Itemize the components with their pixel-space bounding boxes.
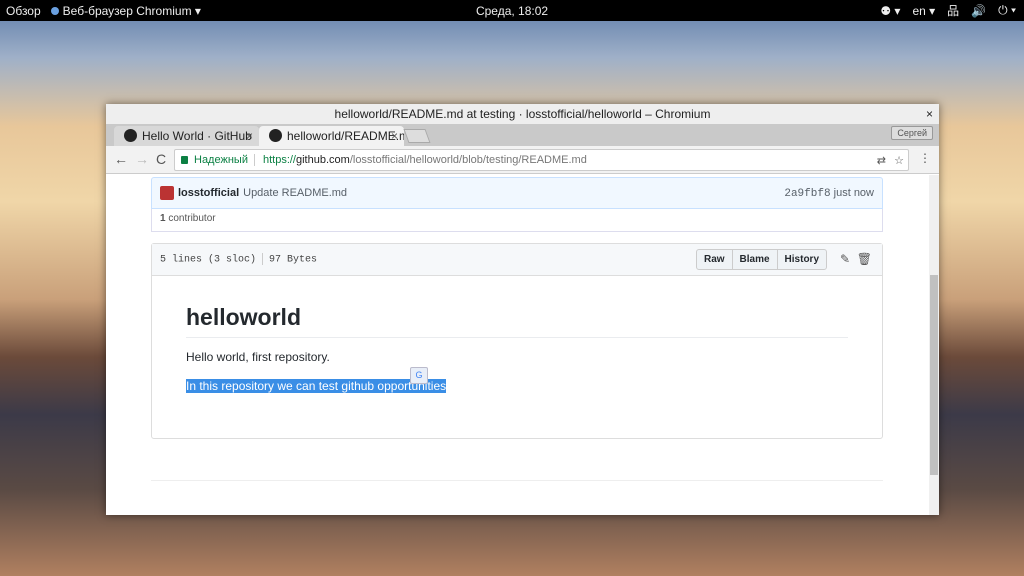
accessibility-icon[interactable]: ⚉ ▾ xyxy=(880,4,900,18)
tab-readme[interactable]: helloworld/README.md × xyxy=(259,126,404,146)
browser-window: helloworld/README.md at testing · lossto… xyxy=(106,104,939,515)
browser-toolbar: ← → C Надежный https://github.com/lossto… xyxy=(106,146,939,174)
commit-time: just now xyxy=(833,186,874,199)
new-tab-button[interactable] xyxy=(403,129,431,143)
page-content: losstofficial Update README.md 2a9fbf8 j… xyxy=(106,175,929,515)
readme-body: helloworld Hello world, first repository… xyxy=(152,276,882,436)
readme-heading: helloworld xyxy=(186,304,848,338)
history-button[interactable]: History xyxy=(778,250,826,269)
close-tab-icon[interactable]: × xyxy=(246,126,253,146)
address-bar[interactable]: Надежный https://github.com/losstofficia… xyxy=(174,149,909,171)
file-box: 5 lines (3 sloc) 97 Bytes Raw Blame Histo… xyxy=(151,243,883,439)
translate-icon[interactable]: ⇄ xyxy=(877,154,886,167)
contributor-label: contributor xyxy=(168,213,216,224)
contributor-count: 1 xyxy=(160,213,166,224)
close-window-button[interactable]: × xyxy=(926,104,933,124)
title-bar: helloworld/README.md at testing · lossto… xyxy=(106,104,939,124)
language-selector[interactable]: en ▾ xyxy=(912,4,935,18)
chromium-icon xyxy=(50,6,59,15)
tab-strip: Hello World · GitHub × helloworld/README… xyxy=(106,124,939,146)
app-menu[interactable]: Веб-браузер Chromium ▾ xyxy=(50,3,201,18)
window-title: helloworld/README.md at testing · lossto… xyxy=(334,107,711,121)
network-icon[interactable]: 品 xyxy=(947,2,959,19)
translate-bubble-icon[interactable]: G xyxy=(410,367,428,384)
bookmark-star-icon[interactable]: ☆ xyxy=(894,154,904,167)
activities-button[interactable]: Обзор xyxy=(6,4,41,18)
avatar[interactable] xyxy=(160,186,174,200)
top-bar: Обзор Веб-браузер Chromium ▾ Среда, 18:0… xyxy=(0,0,1024,21)
commit-author[interactable]: losstofficial xyxy=(178,187,239,199)
github-icon xyxy=(269,129,282,142)
trash-icon[interactable]: 🗑 xyxy=(857,252,872,266)
blame-button[interactable]: Blame xyxy=(733,250,778,269)
file-header: 5 lines (3 sloc) 97 Bytes Raw Blame Histo… xyxy=(152,244,882,276)
lock-icon xyxy=(181,156,188,164)
security-label[interactable]: Надежный xyxy=(194,154,255,166)
reload-button[interactable]: C xyxy=(156,151,166,167)
selected-text: In this repository we can test github op… xyxy=(186,379,447,393)
scrollbar[interactable] xyxy=(929,175,939,515)
volume-icon[interactable]: 🔊 xyxy=(971,4,986,18)
pencil-icon[interactable]: ✎ xyxy=(840,252,850,266)
contributors[interactable]: 1 contributor xyxy=(151,209,883,232)
back-button[interactable]: ← xyxy=(114,151,128,167)
divider xyxy=(151,480,883,481)
tab-hello-world[interactable]: Hello World · GitHub × xyxy=(114,126,259,146)
github-icon xyxy=(124,129,137,142)
url-host: github.com xyxy=(296,154,350,166)
file-lines: 5 lines (3 sloc) xyxy=(160,254,257,266)
tab-label: Hello World · GitHub xyxy=(142,129,252,143)
app-menu-label: Веб-браузер Chromium ▾ xyxy=(62,3,201,18)
raw-button[interactable]: Raw xyxy=(697,250,733,269)
url-path: /losstofficial/helloworld/blob/testing/R… xyxy=(349,154,587,166)
scrollbar-thumb[interactable] xyxy=(930,275,938,475)
browser-menu-button[interactable]: ⋮ xyxy=(919,151,931,165)
commit-sha[interactable]: 2a9fbf8 xyxy=(784,188,830,200)
url-scheme: https:// xyxy=(262,154,296,166)
forward-button[interactable]: → xyxy=(135,151,149,167)
readme-paragraph: Hello world, first repository. xyxy=(186,350,330,364)
file-size: 97 Bytes xyxy=(269,254,318,266)
tab-label: helloworld/README.md xyxy=(287,129,404,143)
close-tab-icon[interactable]: × xyxy=(391,126,398,146)
commit-message[interactable]: Update README.md xyxy=(243,187,347,199)
power-icon[interactable]: ⏻ ▾ xyxy=(998,3,1016,18)
profile-button[interactable]: Сергей xyxy=(891,126,933,140)
latest-commit: losstofficial Update README.md 2a9fbf8 j… xyxy=(151,177,883,209)
